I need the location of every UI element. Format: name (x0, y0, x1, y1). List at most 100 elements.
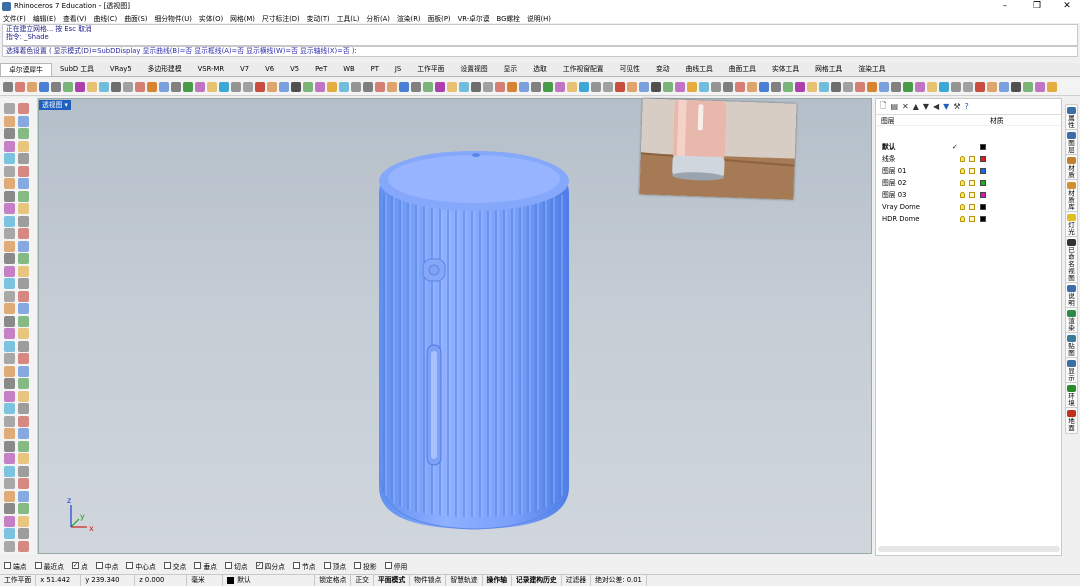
toolbar-tool-icon[interactable] (111, 82, 121, 92)
tool-icon[interactable] (4, 115, 15, 127)
tool-icon[interactable] (4, 265, 15, 277)
toolbar-tool-icon[interactable] (195, 82, 205, 92)
toolbar-tool-icon[interactable] (771, 82, 781, 92)
tool-icon[interactable] (18, 415, 29, 427)
osnap-option[interactable]: 节点 (292, 561, 316, 571)
osnap-option[interactable]: 顶点 (323, 561, 346, 571)
toolbar-tab[interactable]: V6 (257, 63, 282, 76)
tool-icon[interactable] (4, 328, 15, 339)
layer-visible-icon[interactable] (960, 156, 965, 162)
status-toggle[interactable]: 智慧轨迹 (446, 575, 483, 586)
side-tab[interactable]: 地面 (1065, 407, 1078, 434)
toolbar-tool-icon[interactable] (411, 82, 421, 92)
toolbar-tool-icon[interactable] (51, 82, 61, 92)
tool-icon[interactable] (4, 190, 15, 202)
toolbar-tool-icon[interactable] (795, 82, 805, 92)
status-toggle[interactable]: 正交 (351, 575, 374, 586)
side-tab[interactable]: 材质 (1065, 154, 1078, 181)
toolbar-tool-icon[interactable] (951, 82, 961, 92)
tool-icon[interactable] (18, 140, 29, 152)
toolbar-tool-icon[interactable] (843, 82, 853, 92)
toolbar-tool-icon[interactable] (423, 82, 433, 92)
toolbar-tool-icon[interactable] (963, 82, 973, 92)
toolbar-tool-icon[interactable] (267, 82, 277, 92)
menu-item[interactable]: 工具(L) (337, 13, 360, 23)
toolbar-tool-icon[interactable] (315, 82, 325, 92)
toolbar-tool-icon[interactable] (1035, 82, 1045, 92)
toolbar-tab[interactable]: 设置视图 (452, 63, 495, 76)
toolbar-tool-icon[interactable] (567, 82, 577, 92)
osnap-option[interactable]: 切点 (224, 561, 248, 571)
side-tab[interactable]: 环境 (1065, 382, 1078, 409)
status-toggle[interactable]: 操作轴 (483, 575, 512, 586)
tool-icon[interactable] (18, 478, 29, 489)
menu-item[interactable]: 查看(V) (63, 13, 87, 23)
osnap-checkbox[interactable] (95, 562, 103, 569)
command-prompt[interactable]: 选择着色设置 ( 显示模式(D)=SubDDisplay 显示曲线(B)=否 显… (2, 46, 1078, 57)
toolbar-tool-icon[interactable] (1023, 82, 1033, 92)
layer-row[interactable]: 图层 01 (876, 165, 1061, 177)
layer-lock-icon[interactable] (969, 192, 975, 198)
osnap-checkbox[interactable] (194, 562, 202, 569)
delete-layer-icon[interactable]: ✕ (902, 102, 909, 111)
toolbar-tool-icon[interactable] (363, 82, 373, 92)
toolbar-tab[interactable]: 曲面工具 (721, 63, 764, 76)
tool-icon[interactable] (18, 303, 29, 314)
layer-visible-icon[interactable] (960, 192, 965, 198)
osnap-option[interactable]: 投影 (354, 561, 377, 571)
minimize-icon[interactable]: – (990, 0, 1020, 12)
toolbar-tool-icon[interactable] (747, 82, 757, 92)
tool-icon[interactable] (4, 528, 15, 539)
tool-icon[interactable] (18, 353, 29, 364)
viewport-title-tab[interactable]: 透视图 ▾ (39, 100, 71, 110)
help-icon[interactable]: ? (965, 102, 969, 111)
toolbar-tool-icon[interactable] (435, 82, 445, 92)
tool-icon[interactable] (4, 490, 15, 502)
toolbar-tool-icon[interactable] (579, 82, 589, 92)
toolbar-tool-icon[interactable] (627, 82, 637, 92)
layer-row[interactable]: 线条 (876, 153, 1061, 165)
move-left-icon[interactable]: ◀ (933, 102, 939, 111)
tool-icon[interactable] (18, 228, 29, 239)
toolbar-tool-icon[interactable] (639, 82, 649, 92)
tool-icon[interactable] (4, 103, 15, 114)
toolbar-tool-icon[interactable] (831, 82, 841, 92)
toolbar-tool-icon[interactable] (63, 82, 73, 92)
toolbar-tool-icon[interactable] (507, 82, 517, 92)
toolbar-tool-icon[interactable] (807, 82, 817, 92)
move-down-icon[interactable]: ▼ (923, 102, 929, 111)
toolbar-tool-icon[interactable] (519, 82, 529, 92)
filter-icon[interactable]: ▼ (943, 102, 949, 111)
toolbar-tool-icon[interactable] (147, 82, 157, 92)
osnap-option[interactable]: 停用 (384, 561, 407, 571)
layer-row[interactable]: 图层 03 (876, 189, 1061, 201)
layer-lock-icon[interactable] (969, 204, 975, 210)
tool-icon[interactable] (18, 453, 29, 464)
restore-icon[interactable]: ❐ (1022, 0, 1052, 12)
menu-item[interactable]: 面板(P) (428, 13, 451, 23)
toolbar-tab[interactable]: V5 (282, 63, 307, 76)
tool-icon[interactable] (18, 128, 29, 139)
tool-icon[interactable] (18, 365, 29, 377)
tool-icon[interactable] (18, 165, 29, 177)
menu-item[interactable]: 变动(T) (307, 13, 330, 23)
layer-visible-icon[interactable] (960, 168, 965, 174)
toolbar-tool-icon[interactable] (987, 82, 997, 92)
layer-row[interactable]: Vray Dome (876, 201, 1061, 213)
toolbar-tool-icon[interactable] (243, 82, 253, 92)
tool-icon[interactable] (4, 453, 15, 464)
tool-icon[interactable] (18, 465, 29, 477)
toolbar-tool-icon[interactable] (939, 82, 949, 92)
tool-icon[interactable] (18, 215, 29, 227)
toolbar-tab[interactable]: WB (335, 63, 362, 76)
toolbar-tool-icon[interactable] (603, 82, 613, 92)
tool-icon[interactable] (18, 103, 29, 114)
toolbar-tab[interactable]: 工作视窗配置 (555, 63, 612, 76)
osnap-checkbox[interactable] (384, 562, 392, 569)
toolbar-tab[interactable]: VRay5 (102, 63, 140, 76)
toolbar-tool-icon[interactable] (279, 82, 289, 92)
menu-item[interactable]: 网格(M) (230, 13, 255, 23)
menu-item[interactable]: 编辑(E) (33, 13, 56, 23)
osnap-option[interactable]: 中点 (95, 561, 118, 571)
toolbar-tool-icon[interactable] (615, 82, 625, 92)
